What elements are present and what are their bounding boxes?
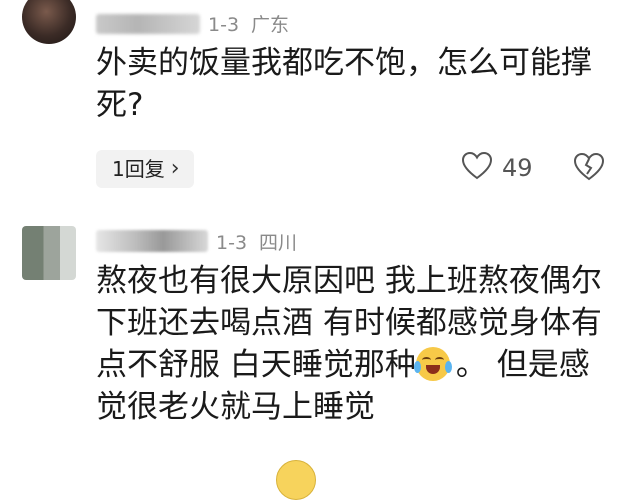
comment-item: 1-3 广东 外卖的饭量我都吃不饱，怎么可能撑死? 1回复 › 49 — [0, 0, 636, 200]
reply-count-label: 1回复 — [112, 157, 165, 181]
comment-date: 1-3 — [216, 232, 248, 254]
crying-laughing-emoji-icon — [413, 347, 452, 381]
like-count: 49 — [502, 154, 533, 182]
comment-text: 熬夜也有很大原因吧 我上班熬夜偶尔下班还去喝点酒 有时候都感觉身体有点不舒服 白… — [96, 260, 616, 428]
chevron-right-icon: › — [170, 156, 180, 181]
comment-item: 1-3 四川 熬夜也有很大原因吧 我上班熬夜偶尔下班还去喝点酒 有时候都感觉身体有… — [0, 214, 636, 470]
avatar[interactable] — [22, 0, 76, 44]
comment-date: 1-3 — [208, 14, 240, 36]
comment-meta: 1-3 四川 — [96, 228, 297, 255]
avatar[interactable] — [22, 226, 76, 280]
comment-text: 外卖的饭量我都吃不饱，怎么可能撑死? — [96, 45, 592, 123]
comment-location: 四川 — [259, 232, 298, 254]
username-blurred[interactable] — [96, 230, 208, 252]
reply-count-button[interactable]: 1回复 › — [96, 150, 194, 188]
broken-heart-icon — [573, 152, 605, 185]
comment-location: 广东 — [251, 14, 290, 36]
dislike-button[interactable] — [573, 152, 605, 185]
heart-icon — [461, 151, 493, 184]
username-blurred[interactable] — [96, 14, 200, 34]
comment-meta: 1-3 广东 — [96, 10, 289, 37]
like-button[interactable]: 49 — [461, 151, 533, 184]
emoji-icon — [276, 460, 316, 500]
